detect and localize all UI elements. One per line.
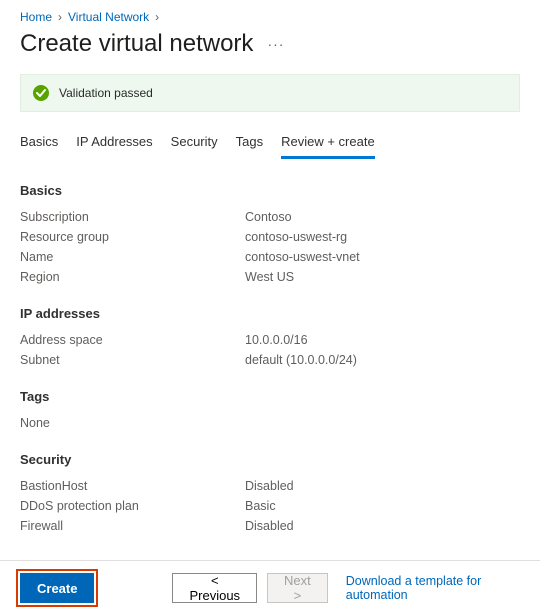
row-ddos: DDoS protection plan Basic	[20, 499, 520, 513]
row-name: Name contoso-uswest-vnet	[20, 250, 520, 264]
value-subscription: Contoso	[245, 210, 292, 224]
value-address-space: 10.0.0.0/16	[245, 333, 308, 347]
label-subscription: Subscription	[20, 210, 245, 224]
section-title-security: Security	[20, 452, 520, 467]
chevron-right-icon: ›	[155, 10, 159, 24]
breadcrumb-virtual-network[interactable]: Virtual Network	[68, 10, 149, 24]
section-title-ip: IP addresses	[20, 306, 520, 321]
label-name: Name	[20, 250, 245, 264]
download-template-link[interactable]: Download a template for automation	[346, 574, 520, 602]
row-address-space: Address space 10.0.0.0/16	[20, 333, 520, 347]
value-resource-group: contoso-uswest-rg	[245, 230, 347, 244]
section-security: Security BastionHost Disabled DDoS prote…	[20, 452, 520, 533]
row-region: Region West US	[20, 270, 520, 284]
label-bastion: BastionHost	[20, 479, 245, 493]
tabs: Basics IP Addresses Security Tags Review…	[20, 128, 520, 159]
row-subnet: Subnet default (10.0.0.0/24)	[20, 353, 520, 367]
value-subnet: default (10.0.0.0/24)	[245, 353, 357, 367]
label-resource-group: Resource group	[20, 230, 245, 244]
section-title-tags: Tags	[20, 389, 520, 404]
row-subscription: Subscription Contoso	[20, 210, 520, 224]
tab-security[interactable]: Security	[171, 128, 218, 159]
previous-button[interactable]: < Previous	[172, 573, 257, 603]
breadcrumb: Home › Virtual Network ›	[20, 10, 520, 24]
label-tags-none: None	[20, 416, 245, 430]
validation-banner: Validation passed	[20, 74, 520, 112]
next-button: Next >	[267, 573, 328, 603]
section-basics: Basics Subscription Contoso Resource gro…	[20, 183, 520, 284]
tab-review-create[interactable]: Review + create	[281, 128, 375, 159]
chevron-right-icon: ›	[58, 10, 62, 24]
value-firewall: Disabled	[245, 519, 294, 533]
create-button[interactable]: Create	[20, 573, 94, 603]
value-name: contoso-uswest-vnet	[245, 250, 360, 264]
row-firewall: Firewall Disabled	[20, 519, 520, 533]
label-ddos: DDoS protection plan	[20, 499, 245, 513]
footer-actions: Create < Previous Next > Download a temp…	[0, 560, 540, 615]
value-bastion: Disabled	[245, 479, 294, 493]
breadcrumb-home[interactable]: Home	[20, 10, 52, 24]
label-firewall: Firewall	[20, 519, 245, 533]
validation-banner-text: Validation passed	[59, 86, 153, 100]
section-tags: Tags None	[20, 389, 520, 430]
section-title-basics: Basics	[20, 183, 520, 198]
label-region: Region	[20, 270, 245, 284]
row-tags-none: None	[20, 416, 520, 430]
value-region: West US	[245, 270, 294, 284]
label-address-space: Address space	[20, 333, 245, 347]
check-circle-icon	[33, 85, 49, 101]
row-resource-group: Resource group contoso-uswest-rg	[20, 230, 520, 244]
tab-basics[interactable]: Basics	[20, 128, 58, 159]
page-title: Create virtual network	[20, 30, 253, 58]
section-ip-addresses: IP addresses Address space 10.0.0.0/16 S…	[20, 306, 520, 367]
tab-tags[interactable]: Tags	[236, 128, 263, 159]
more-menu-button[interactable]: ···	[267, 36, 284, 52]
tab-ip-addresses[interactable]: IP Addresses	[76, 128, 152, 159]
value-ddos: Basic	[245, 499, 276, 513]
row-bastion: BastionHost Disabled	[20, 479, 520, 493]
label-subnet: Subnet	[20, 353, 245, 367]
